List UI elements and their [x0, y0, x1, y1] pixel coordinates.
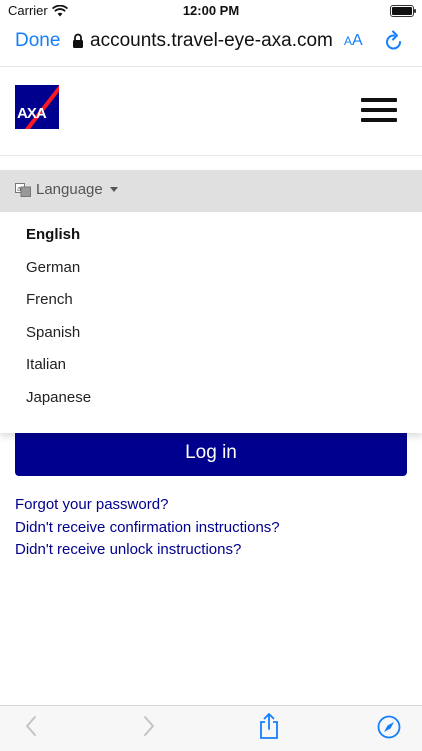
hamburger-bar	[361, 98, 397, 102]
share-icon	[260, 713, 278, 739]
forward-button[interactable]	[142, 714, 156, 743]
language-option-japanese[interactable]: Japanese	[26, 389, 91, 406]
login-button[interactable]: Log in	[15, 426, 407, 476]
address-text: accounts.travel-eye-axa.com	[90, 30, 333, 51]
translate-icon: a	[15, 182, 31, 197]
browser-toolbar	[0, 705, 422, 751]
battery-icon	[390, 5, 416, 17]
svg-text:a: a	[17, 185, 21, 193]
language-option-english[interactable]: English	[26, 226, 80, 243]
compass-button[interactable]	[377, 715, 401, 744]
language-bar: a Language	[0, 170, 422, 212]
share-button[interactable]	[258, 712, 280, 745]
lock-icon	[73, 33, 83, 48]
status-time: 12:00 PM	[182, 3, 240, 18]
language-option-german[interactable]: German	[26, 259, 80, 276]
caret-down-icon	[109, 187, 118, 192]
text-size-button[interactable]: AA	[344, 32, 363, 50]
reload-icon	[386, 30, 401, 50]
hamburger-bar	[361, 118, 397, 122]
address-field[interactable]: accounts.travel-eye-axa.com	[72, 30, 333, 52]
language-option-spanish[interactable]: Spanish	[26, 324, 80, 341]
unlock-instructions-link[interactable]: Didn't receive unlock instructions?	[15, 539, 280, 562]
text-size-large-label: A	[352, 32, 363, 49]
back-icon	[26, 716, 36, 736]
logo-text: AXA	[17, 105, 47, 122]
hamburger-bar	[361, 108, 397, 112]
browser-url-bar: Done accounts.travel-eye-axa.com AA	[0, 22, 422, 66]
confirmation-instructions-link[interactable]: Didn't receive confirmation instructions…	[15, 517, 280, 540]
language-option-italian[interactable]: Italian	[26, 356, 66, 373]
text-size-small-label: A	[344, 34, 353, 48]
language-option-french[interactable]: French	[26, 291, 73, 308]
hamburger-icon[interactable]	[361, 98, 397, 122]
help-links: Forgot your password? Didn't receive con…	[15, 494, 280, 562]
back-button[interactable]	[24, 714, 38, 743]
site-header: AXA	[0, 66, 422, 156]
reload-button[interactable]	[384, 30, 404, 57]
compass-icon	[377, 715, 401, 739]
axa-logo[interactable]: AXA	[15, 85, 59, 129]
battery-fill	[392, 7, 412, 15]
forward-icon	[144, 716, 154, 736]
language-label: Language	[36, 181, 103, 198]
language-menu: English German French Spanish Italian Ja…	[0, 212, 422, 433]
language-dropdown-button[interactable]: a Language	[15, 181, 118, 198]
forgot-password-link[interactable]: Forgot your password?	[15, 494, 280, 517]
done-button[interactable]: Done	[15, 30, 60, 52]
status-bar: Carrier 12:00 PM	[0, 0, 422, 22]
